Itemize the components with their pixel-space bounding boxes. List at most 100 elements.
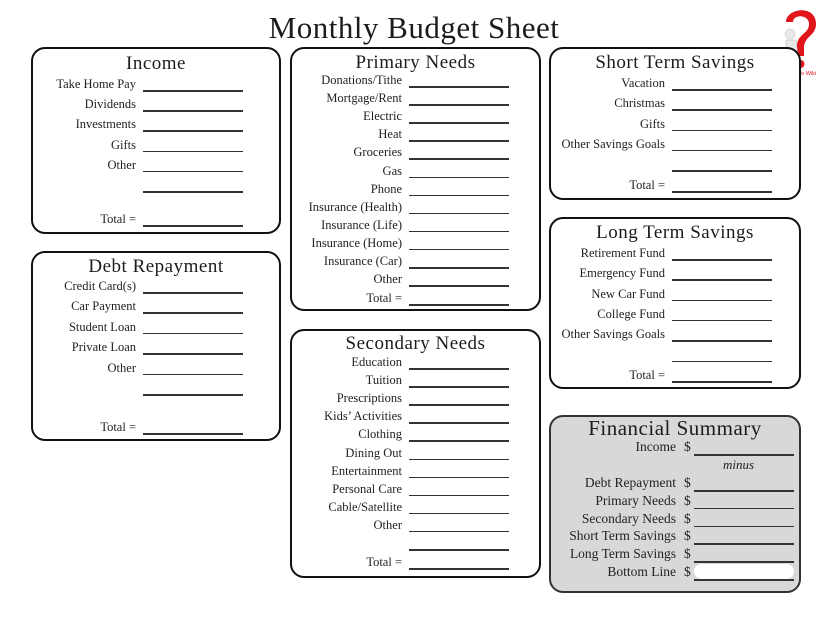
short-term-christmas-input-line[interactable] <box>672 109 772 111</box>
primary-total-input-line[interactable] <box>409 304 509 306</box>
primary-total-label: Total = <box>366 291 402 305</box>
secondary-kids-activities-label: Kids’ Activities <box>324 409 402 424</box>
primary-insurance-car-label: Insurance (Car) <box>323 254 402 268</box>
secondary-prescriptions-input-line[interactable] <box>409 404 509 406</box>
summary-bottom-line-input-line[interactable] <box>694 579 794 581</box>
secondary-personal-care-input-line[interactable] <box>409 494 509 497</box>
debt-credit-card-s-input-line[interactable] <box>143 292 243 294</box>
primary-electric-input-line[interactable] <box>409 122 509 124</box>
summary-long-term-savings-label: Long Term Savings <box>569 546 676 562</box>
secondary-tuition-input-line[interactable] <box>409 386 509 388</box>
income-take-home-pay-input-line[interactable] <box>143 90 243 92</box>
summary-long-term-savings-input-line[interactable] <box>694 561 794 563</box>
primary-donations-tithe-input-line[interactable] <box>409 86 509 88</box>
primary-insurance-life-label: Insurance (Life) <box>321 217 402 232</box>
summary-bottom-line-label: Bottom Line <box>607 564 676 579</box>
debt-private-loan-input-line[interactable] <box>143 353 243 355</box>
debt-student-loan-input-line[interactable] <box>143 332 243 335</box>
primary-insurance-health-input-line[interactable] <box>409 212 509 215</box>
secondary-clothing-input-line[interactable] <box>409 440 509 442</box>
primary-gas-label: Gas <box>382 163 402 178</box>
short-term-blank-input-line[interactable] <box>672 170 772 172</box>
income-blank-input-line[interactable] <box>143 191 243 193</box>
long-term-heading: Long Term Savings <box>596 222 754 243</box>
primary-insurance-health-label: Insurance (Health) <box>308 199 402 214</box>
primary-heat-label: Heat <box>378 127 402 142</box>
income-dividends-input-line[interactable] <box>143 110 243 112</box>
summary-income-input-line[interactable] <box>694 454 794 456</box>
long-term-savings-section: Long Term Savings Retirement Fund Emergen… <box>549 217 801 389</box>
primary-mortgage-rent-input-line[interactable] <box>409 104 509 106</box>
long-term-blank-input-line[interactable] <box>672 360 772 362</box>
secondary-other-input-line[interactable] <box>409 530 509 533</box>
debt-student-loan-label: Student Loan <box>68 319 136 334</box>
secondary-education-input-line[interactable] <box>409 368 509 370</box>
long-term-emergency-fund-label: Emergency Fund <box>579 266 665 281</box>
primary-other-input-line[interactable] <box>409 285 509 287</box>
long-term-total-input-line[interactable] <box>672 381 772 383</box>
long-term-retirement-fund-input-line[interactable] <box>672 259 772 261</box>
income-take-home-pay-label: Take Home Pay <box>56 77 136 91</box>
long-term-new-car-fund-input-line[interactable] <box>672 299 772 302</box>
income-gifts-input-line[interactable] <box>143 150 243 153</box>
primary-insurance-car-input-line[interactable] <box>409 267 509 269</box>
secondary-entertainment-input-line[interactable] <box>409 476 509 479</box>
debt-total-input-line[interactable] <box>143 433 243 435</box>
secondary-personal-care-label: Personal Care <box>332 481 402 496</box>
bottom-line-field[interactable] <box>694 564 794 579</box>
short-term-vacation-label: Vacation <box>621 76 665 90</box>
income-gifts-label: Gifts <box>111 137 136 152</box>
income-heading: Income <box>126 53 186 74</box>
short-term-total-input-line[interactable] <box>672 191 772 193</box>
primary-insurance-life-input-line[interactable] <box>409 230 509 233</box>
income-investments-label: Investments <box>75 117 136 132</box>
summary-debt-repayment-currency: $ <box>684 475 691 490</box>
primary-groceries-input-line[interactable] <box>409 158 509 160</box>
debt-private-loan-label: Private Loan <box>71 340 136 355</box>
summary-debt-repayment-label: Debt Repayment <box>584 475 676 490</box>
income-other-label: Other <box>107 157 136 172</box>
summary-debt-repayment-input-line[interactable] <box>694 490 794 492</box>
debt-blank-input-line[interactable] <box>143 394 243 396</box>
secondary-dining-out-input-line[interactable] <box>409 458 509 460</box>
secondary-tuition-label: Tuition <box>365 373 402 388</box>
primary-electric-label: Electric <box>363 109 402 124</box>
primary-insurance-home-label: Insurance (Home) <box>311 235 402 250</box>
primary-needs-section: Primary Needs Donations/Tithe Mortgage/Re… <box>290 47 541 311</box>
primary-heat-input-line[interactable] <box>409 140 509 142</box>
financial-summary-section: Financial Summary Income $ minus Debt Repay… <box>549 415 801 593</box>
income-total-label: Total = <box>100 212 136 226</box>
income-other-input-line[interactable] <box>143 170 243 173</box>
primary-phone-input-line[interactable] <box>409 194 509 197</box>
long-term-emergency-fund-input-line[interactable] <box>672 279 772 281</box>
secondary-education-label: Education <box>351 355 402 369</box>
long-term-college-fund-input-line[interactable] <box>672 319 772 322</box>
primary-donations-tithe-label: Donations/Tithe <box>321 73 402 87</box>
short-term-christmas-label: Christmas <box>614 96 665 111</box>
income-total-input-line[interactable] <box>143 225 243 227</box>
secondary-other-label: Other <box>373 517 402 532</box>
summary-secondary-needs-currency: $ <box>684 510 691 526</box>
short-term-gifts-input-line[interactable] <box>672 129 772 132</box>
long-term-other-savings-goals-input-line[interactable] <box>672 340 772 342</box>
income-investments-input-line[interactable] <box>143 130 243 132</box>
secondary-cable-satellite-input-line[interactable] <box>409 512 509 515</box>
summary-primary-needs-input-line[interactable] <box>694 507 794 510</box>
short-term-vacation-input-line[interactable] <box>672 89 772 91</box>
secondary-total-input-line[interactable] <box>409 568 509 570</box>
debt-other-input-line[interactable] <box>143 373 243 376</box>
secondary-kids-activities-input-line[interactable] <box>409 422 509 424</box>
summary-secondary-needs-input-line[interactable] <box>694 525 794 528</box>
minus-label: minus <box>723 457 755 472</box>
secondary-blank-input-line[interactable] <box>409 549 509 551</box>
short-term-other-savings-goals-input-line[interactable] <box>672 149 772 152</box>
primary-insurance-home-input-line[interactable] <box>409 248 509 251</box>
primary-heading: Primary Needs <box>355 52 476 73</box>
summary-secondary-needs-label: Secondary Needs <box>581 510 676 526</box>
summary-short-term-savings-input-line[interactable] <box>694 543 794 545</box>
debt-car-payment-input-line[interactable] <box>143 312 243 314</box>
secondary-total-label: Total = <box>366 555 402 569</box>
summary-income-currency: $ <box>684 439 691 454</box>
primary-phone-label: Phone <box>370 181 402 196</box>
primary-gas-input-line[interactable] <box>409 176 509 178</box>
